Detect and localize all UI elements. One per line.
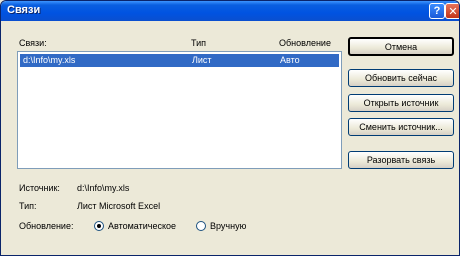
list-item-update: Авто [280,55,300,65]
update-mode-label: Обновление: [19,221,74,231]
update-now-button[interactable]: Обновить сейчас [348,69,454,87]
auto-update-label[interactable]: Автоматическое [108,221,176,231]
type-value: Лист Microsoft Excel [77,201,161,211]
title-bar: Связи ? ✕ [1,1,459,21]
source-label: Источник: [19,183,60,193]
list-item-source: d:\Info\my.xls [23,55,76,65]
type-header: Тип [191,38,207,48]
open-source-button[interactable]: Открыть источник [348,94,454,112]
cancel-button[interactable]: Отмена [348,37,454,56]
type-label: Тип: [19,201,37,211]
dialog-title: Связи [7,4,41,16]
close-icon[interactable]: ✕ [445,3,459,19]
manual-update-label[interactable]: Вручную [210,221,246,231]
update-header: Обновление [279,38,331,48]
list-item[interactable]: d:\Info\my.xls Лист Авто [20,54,339,67]
change-source-button[interactable]: Сменить источник... [348,118,454,136]
manual-update-radio[interactable] [196,221,206,231]
links-header: Связи: [19,38,47,48]
break-link-button[interactable]: Разорвать связь [348,151,454,169]
auto-update-radio[interactable] [94,221,104,231]
links-dialog: Связи ? ✕ Связи: Тип Обновление d:\Info\… [0,0,460,256]
list-item-type: Лист [192,55,212,65]
source-value: d:\Info\my.xls [77,183,130,193]
links-list[interactable]: d:\Info\my.xls Лист Авто [17,51,342,169]
help-icon[interactable]: ? [429,3,445,19]
